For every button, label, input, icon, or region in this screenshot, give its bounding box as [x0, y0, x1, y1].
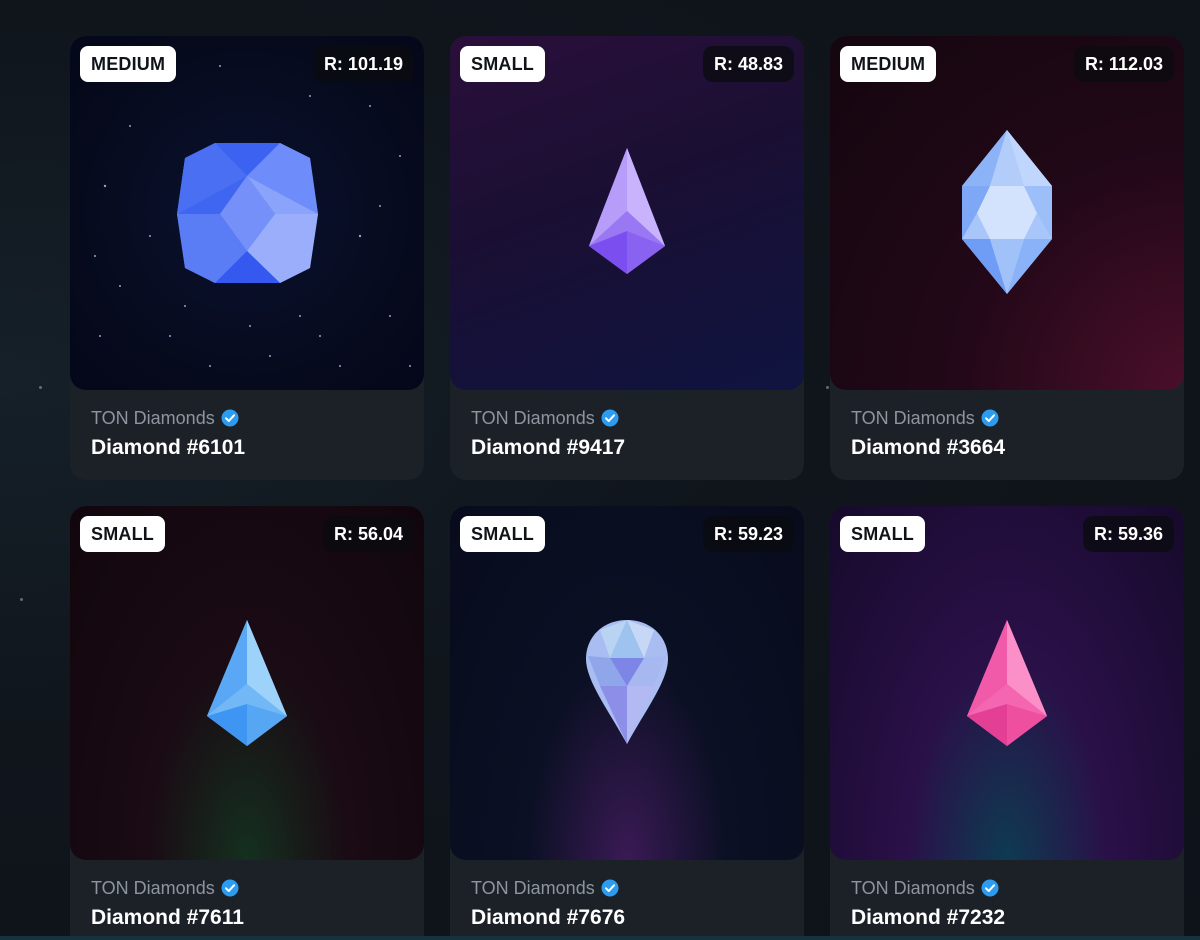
verified-check-icon — [981, 409, 999, 427]
size-badge: MEDIUM — [80, 46, 177, 82]
nft-card[interactable]: SMALL R: 56.04 TON Diamonds Diamond #761… — [70, 506, 424, 940]
gem-icon — [589, 148, 665, 274]
rarity-score: R: 59.36 — [1082, 516, 1174, 552]
nft-card[interactable]: SMALL R: 48.83 TON Diamonds Diamond #941… — [450, 36, 804, 480]
rarity-score: R: 59.23 — [702, 516, 794, 552]
size-badge: SMALL — [80, 516, 165, 552]
nft-artwork — [830, 506, 1184, 860]
nft-title: Diamond #3664 — [851, 436, 1006, 459]
nft-grid-page: MEDIUM R: 101.19 TON Diamonds Diamond #6… — [0, 0, 1200, 940]
collection-label[interactable]: TON Diamonds — [851, 876, 1168, 900]
rarity-score: R: 112.03 — [1073, 46, 1174, 82]
verified-check-icon — [601, 879, 619, 897]
gem-icon — [586, 620, 668, 744]
gem-icon — [207, 620, 287, 746]
nft-card[interactable]: MEDIUM R: 112.03 TON Diamonds Diamond #3… — [830, 36, 1184, 480]
size-badge: SMALL — [460, 46, 545, 82]
nft-title: Diamond #7232 — [851, 906, 1006, 929]
size-badge: SMALL — [460, 516, 545, 552]
verified-check-icon — [221, 879, 239, 897]
nft-artwork — [450, 36, 804, 390]
nft-card[interactable]: SMALL R: 59.23 TON Diamonds Diamond #767… — [450, 506, 804, 940]
collection-name: TON Diamonds — [91, 877, 215, 898]
collection-label[interactable]: TON Diamonds — [851, 406, 1168, 430]
rarity-score: R: 48.83 — [702, 46, 794, 82]
collection-label[interactable]: TON Diamonds — [91, 876, 408, 900]
verified-check-icon — [601, 409, 619, 427]
nft-artwork — [70, 36, 424, 390]
nft-card[interactable]: MEDIUM R: 101.19 TON Diamonds Diamond #6… — [70, 36, 424, 480]
collection-name: TON Diamonds — [851, 877, 975, 898]
gem-icon — [177, 143, 318, 283]
rarity-score: R: 101.19 — [312, 46, 414, 82]
collection-label[interactable]: TON Diamonds — [471, 876, 788, 900]
collection-name: TON Diamonds — [851, 407, 975, 428]
collection-label[interactable]: TON Diamonds — [471, 406, 788, 430]
background-star — [39, 386, 42, 389]
size-badge: MEDIUM — [840, 46, 937, 82]
collection-name: TON Diamonds — [91, 407, 215, 428]
background-star — [20, 598, 23, 601]
rarity-score: R: 56.04 — [322, 516, 414, 552]
nft-card[interactable]: SMALL R: 59.36 TON Diamonds Diamond #723… — [830, 506, 1184, 940]
gem-icon — [967, 620, 1047, 746]
nft-title: Diamond #9417 — [471, 436, 626, 459]
nft-artwork — [450, 506, 804, 860]
collection-label[interactable]: TON Diamonds — [91, 406, 408, 430]
nft-title: Diamond #6101 — [91, 436, 246, 459]
collection-name: TON Diamonds — [471, 407, 595, 428]
nft-title: Diamond #7676 — [471, 906, 626, 929]
nft-title: Diamond #7611 — [91, 906, 244, 929]
verified-check-icon — [221, 409, 239, 427]
background-star — [826, 386, 829, 389]
collection-name: TON Diamonds — [471, 877, 595, 898]
size-badge: SMALL — [840, 516, 925, 552]
verified-check-icon — [981, 879, 999, 897]
gem-icon — [962, 130, 1052, 294]
bottom-edge — [0, 936, 1200, 940]
nft-artwork — [830, 36, 1184, 390]
nft-artwork — [70, 506, 424, 860]
